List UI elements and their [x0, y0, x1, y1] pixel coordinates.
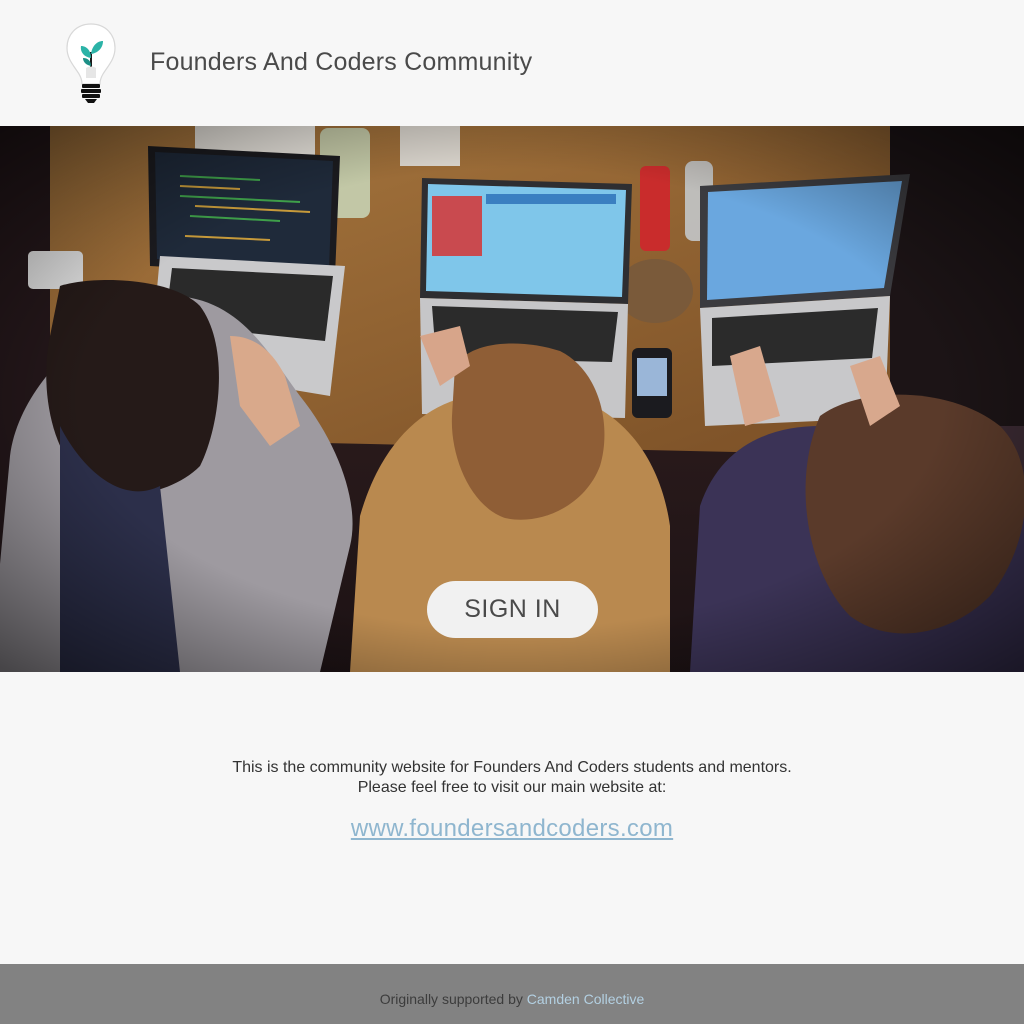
main-website-link-container: www.foundersandcoders.com — [0, 815, 1024, 843]
info-text: This is the community website for Founde… — [0, 758, 1024, 798]
info-line-2: Please feel free to visit our main websi… — [357, 779, 667, 796]
main-website-link[interactable]: www.foundersandcoders.com — [351, 815, 673, 842]
site-footer: Originally supported by Camden Collectiv… — [0, 964, 1024, 1024]
hero-banner: SIGN IN — [0, 126, 1024, 672]
site-title: Founders And Coders Community — [150, 48, 533, 76]
footer-text: Originally supported by Camden Collectiv… — [0, 991, 1024, 1007]
lightbulb-plant-icon[interactable] — [64, 22, 118, 104]
footer-prefix: Originally supported by — [379, 991, 523, 1007]
site-header: Founders And Coders Community — [0, 0, 1024, 126]
sign-in-button[interactable]: SIGN IN — [427, 581, 598, 638]
info-line-1: This is the community website for Founde… — [232, 759, 792, 776]
camden-collective-link[interactable]: Camden Collective — [527, 991, 645, 1007]
